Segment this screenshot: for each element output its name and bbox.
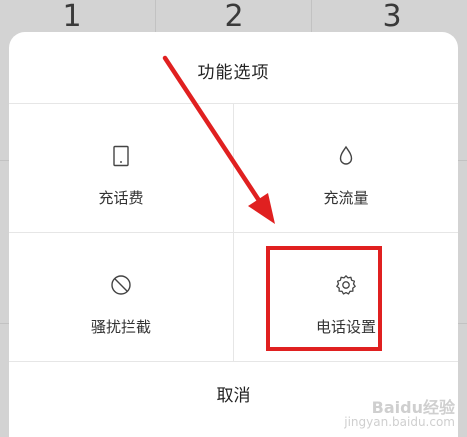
dialog-title: 功能选项	[197, 63, 270, 83]
keypad-key-3: 3	[382, 0, 402, 34]
function-options-dialog: 功能选项 充话费 充流量 骚扰拦截 电话设置 取消	[9, 32, 458, 437]
option-recharge-data[interactable]: 充流量	[234, 104, 458, 232]
keypad-key-1: 1	[62, 0, 82, 34]
water-drop-icon	[334, 144, 358, 168]
option-label: 电话设置	[315, 318, 376, 336]
keypad-key-2: 2	[224, 0, 244, 34]
option-harassment-block[interactable]: 骚扰拦截	[9, 233, 233, 361]
option-label: 骚扰拦截	[90, 318, 151, 336]
block-icon	[109, 273, 133, 297]
option-label: 充流量	[323, 189, 369, 207]
option-label: 充话费	[98, 189, 144, 207]
baidu-watermark: Baidu经验 jingyan.baidu.com	[344, 398, 455, 430]
watermark-brand: Baidu经验	[371, 398, 455, 417]
gear-icon	[334, 273, 358, 297]
option-phone-settings[interactable]: 电话设置	[234, 233, 458, 361]
option-recharge-bill[interactable]: 充话费	[9, 104, 233, 232]
watermark-site: jingyan.baidu.com	[344, 415, 455, 429]
phone-icon	[109, 144, 133, 168]
